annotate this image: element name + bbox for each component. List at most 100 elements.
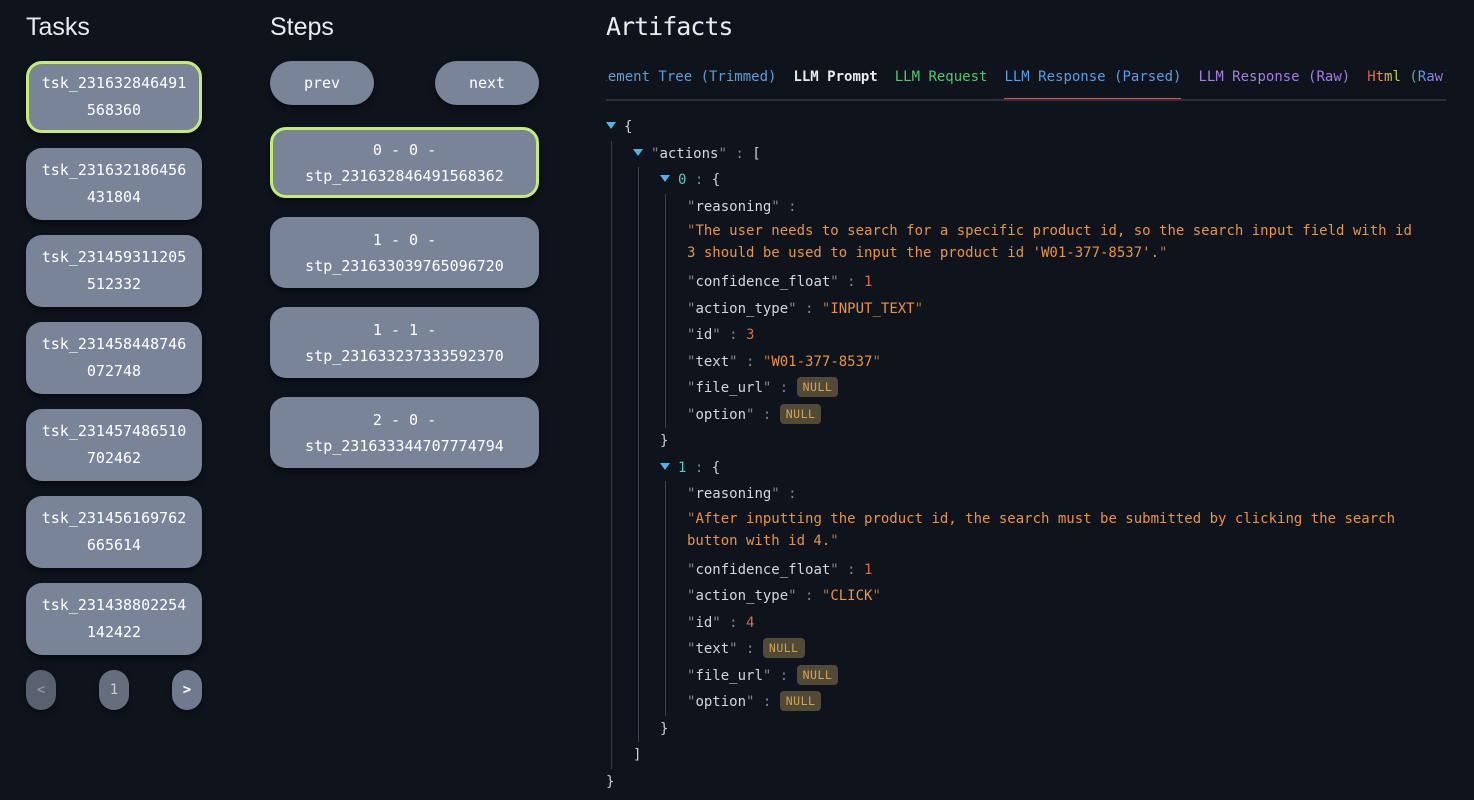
step-button[interactable]: 0 - 0 - stp_231632846491568362 — [270, 127, 539, 198]
task-button[interactable]: tsk_231632846491568360 — [26, 61, 202, 133]
json-colon: : — [780, 199, 797, 215]
json-node-row: { — [606, 114, 1446, 141]
tab-html-raw[interactable]: Html (Raw) — [1367, 68, 1446, 101]
json-property-row: "file_url" : NULL — [687, 375, 1446, 402]
json-colon: : — [727, 146, 752, 162]
json-children: "reasoning" : "The user needs to search … — [665, 194, 1446, 429]
json-close-brace: } — [660, 721, 668, 737]
json-children: "actions" : [0 : {"reasoning" : "The use… — [611, 141, 1446, 769]
json-property-row: "text" : NULL — [687, 636, 1446, 663]
json-key: "id" — [687, 615, 721, 631]
json-colon: : — [797, 588, 822, 604]
steps-list: 0 - 0 - stp_231632846491568362 1 - 0 - st… — [270, 127, 539, 468]
json-property-row: "text" : "W01-377-8537" — [687, 349, 1446, 376]
json-node-row: 1 : { — [660, 455, 1446, 482]
task-button[interactable]: tsk_231457486510702462 — [26, 409, 202, 481]
json-number-value: 1 — [864, 562, 872, 578]
json-node-close-row: ] — [633, 742, 1446, 769]
json-property-row: "file_url" : NULL — [687, 663, 1446, 690]
json-colon: : — [686, 460, 711, 476]
json-null-badge: NULL — [797, 377, 839, 397]
tab-element-tree-trimmed[interactable]: Element Tree (Trimmed) — [606, 68, 776, 101]
json-property-row: "action_type" : "CLICK" — [687, 583, 1446, 610]
json-node-row: "actions" : [ — [633, 141, 1446, 168]
expander-icon[interactable] — [660, 463, 670, 470]
json-property-row: "id" : 4 — [687, 610, 1446, 637]
json-close-brace: } — [660, 433, 668, 449]
json-close-brace: } — [606, 774, 614, 790]
expander-icon[interactable] — [660, 175, 670, 182]
json-children: "reasoning" : "After inputting the produ… — [665, 481, 1446, 716]
artifacts-title: Artifacts — [606, 12, 1446, 42]
page-number-button[interactable]: 1 — [99, 670, 129, 710]
json-key: "text" — [687, 354, 738, 370]
tab-llm-response-parsed[interactable]: LLM Response (Parsed) — [1004, 68, 1181, 101]
json-children: 0 : {"reasoning" : "The user needs to se… — [638, 167, 1446, 742]
steps-prev-button[interactable]: prev — [270, 61, 374, 105]
tab-llm-prompt[interactable]: LLM Prompt — [793, 68, 877, 101]
step-button[interactable]: 1 - 0 - stp_231633039765096720 — [270, 217, 539, 288]
json-null-badge: NULL — [797, 665, 839, 685]
expander-icon[interactable] — [606, 122, 616, 129]
json-null-badge: NULL — [763, 638, 805, 658]
page-prev-button[interactable]: < — [26, 670, 56, 710]
json-colon: : — [754, 694, 779, 710]
tab-llm-response-raw[interactable]: LLM Response (Raw) — [1198, 68, 1350, 101]
page-next-button[interactable]: > — [172, 670, 202, 710]
expander-icon[interactable] — [633, 149, 643, 156]
json-key: "confidence_float" — [687, 562, 839, 578]
json-colon: : — [686, 172, 711, 188]
json-property-row: "reasoning" : "The user needs to search … — [687, 194, 1446, 265]
json-open-brace: { — [624, 119, 632, 135]
json-colon: : — [839, 562, 864, 578]
step-button[interactable]: 1 - 1 - stp_231633237333592370 — [270, 307, 539, 378]
json-null-badge: NULL — [780, 691, 822, 711]
json-open-brace: { — [712, 172, 720, 188]
task-button[interactable]: tsk_231632186456431804 — [26, 148, 202, 220]
json-property-row: "option" : NULL — [687, 689, 1446, 716]
json-colon: : — [771, 668, 796, 684]
steps-title: Steps — [270, 12, 539, 42]
json-tree-viewer: {"actions" : [0 : {"reasoning" : "The us… — [606, 114, 1446, 795]
json-key: "actions" — [651, 146, 727, 162]
json-open-brace: [ — [752, 146, 760, 162]
tab-llm-request[interactable]: LLM Request — [895, 68, 988, 101]
json-key: "option" — [687, 407, 754, 423]
json-number-value: 3 — [746, 327, 754, 343]
json-key: "reasoning" — [687, 486, 780, 502]
json-number-value: 1 — [864, 274, 872, 290]
json-key: "option" — [687, 694, 754, 710]
json-number-value: 4 — [746, 615, 754, 631]
task-button[interactable]: tsk_231459311205512332 — [26, 235, 202, 307]
json-property-row: "confidence_float" : 1 — [687, 557, 1446, 584]
json-colon: : — [797, 301, 822, 317]
json-node-close-row: } — [660, 428, 1446, 455]
tasks-title: Tasks — [26, 12, 202, 42]
json-key: "file_url" — [687, 380, 771, 396]
json-property-row: "confidence_float" : 1 — [687, 269, 1446, 296]
task-button[interactable]: tsk_231458448746072748 — [26, 322, 202, 394]
steps-panel: Steps prev next 0 - 0 - stp_231632846491… — [270, 12, 539, 487]
json-node-row: 0 : { — [660, 167, 1446, 194]
steps-next-button[interactable]: next — [435, 61, 539, 105]
json-colon: : — [738, 641, 763, 657]
tasks-pagination: < 1 > — [26, 670, 202, 710]
json-key: "confidence_float" — [687, 274, 839, 290]
json-property-row: "option" : NULL — [687, 402, 1446, 429]
tasks-list: tsk_231632846491568360 tsk_23163218645643… — [26, 61, 202, 655]
json-string-value: "CLICK" — [822, 588, 881, 604]
json-key: "id" — [687, 327, 721, 343]
json-node-close-row: } — [606, 769, 1446, 796]
json-colon: : — [754, 407, 779, 423]
step-button[interactable]: 2 - 0 - stp_231633344707774794 — [270, 397, 539, 468]
artifacts-panel: Artifacts Element Tree (Trimmed) LLM Prom… — [606, 12, 1446, 795]
json-colon: : — [721, 615, 746, 631]
json-string-value: "INPUT_TEXT" — [822, 301, 923, 317]
json-colon: : — [839, 274, 864, 290]
task-button[interactable]: tsk_231456169762665614 — [26, 496, 202, 568]
json-key: "action_type" — [687, 301, 797, 317]
json-key: "reasoning" — [687, 199, 780, 215]
task-button[interactable]: tsk_231438802254142422 — [26, 583, 202, 655]
json-open-brace: { — [712, 460, 720, 476]
json-node-close-row: } — [660, 716, 1446, 743]
